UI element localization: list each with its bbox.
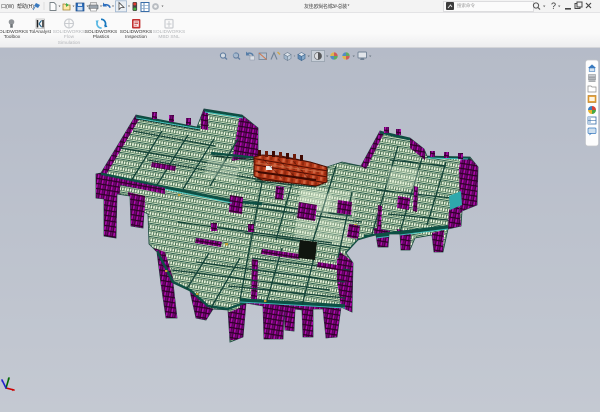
svg-text:?: ? [551,1,556,11]
